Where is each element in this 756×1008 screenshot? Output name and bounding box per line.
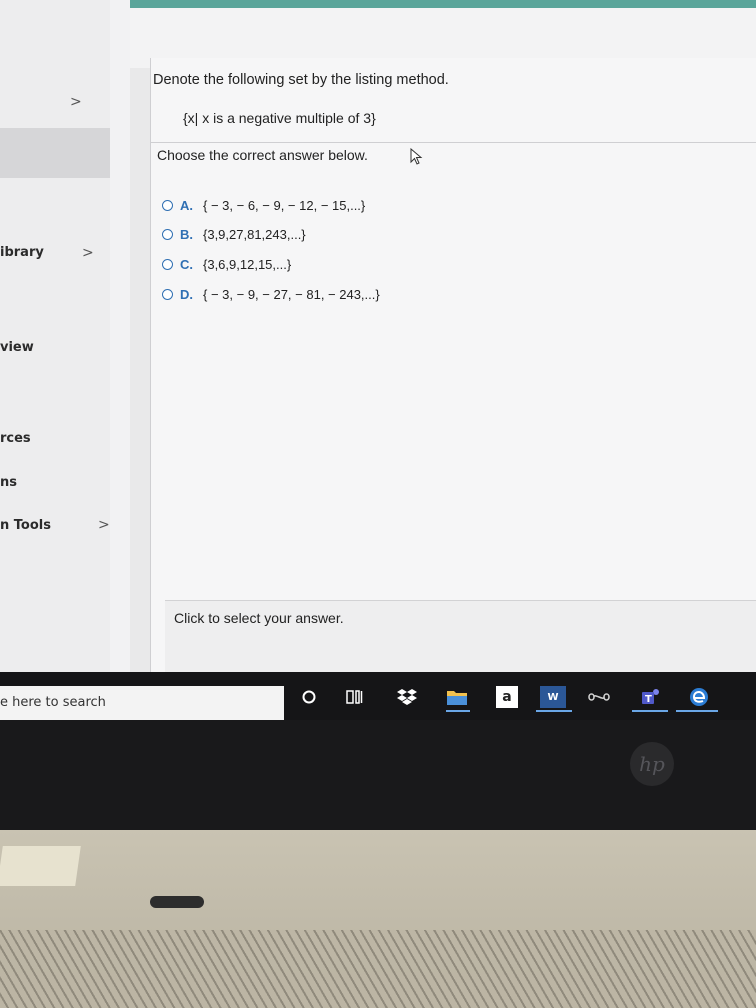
- sidebar-item-label: ns: [0, 475, 17, 490]
- sidebar-item-label: rces: [0, 431, 31, 446]
- radio-button[interactable]: [162, 288, 173, 300]
- sidebar-gap: [110, 0, 130, 690]
- hinge: [150, 896, 204, 908]
- active-indicator: [632, 710, 668, 712]
- taskbar-search-placeholder: e here to search: [0, 695, 106, 710]
- edge-icon[interactable]: [688, 686, 710, 708]
- task-view-icon[interactable]: [344, 686, 366, 708]
- mouse-cursor-icon: [410, 148, 423, 165]
- option-letter: B.: [180, 226, 193, 242]
- cortana-icon[interactable]: [298, 686, 320, 708]
- infinity-icon[interactable]: [588, 686, 610, 708]
- active-indicator: [676, 710, 718, 712]
- answer-option-c[interactable]: C. {3,6,9,12,15,...}: [162, 255, 291, 273]
- amazon-icon[interactable]: a: [496, 686, 518, 708]
- radio-button[interactable]: [162, 199, 173, 211]
- option-text: { − 3, − 6, − 9, − 12, − 15,...}: [203, 197, 366, 213]
- chevron-right-icon: >: [98, 517, 110, 533]
- answer-option-d[interactable]: D. { − 3, − 9, − 27, − 81, − 243,...}: [162, 285, 380, 303]
- teams-icon[interactable]: T: [640, 686, 662, 708]
- sidebar-item-label: ibrary: [0, 245, 44, 260]
- svg-text:T: T: [645, 694, 652, 705]
- speaker-grille: [0, 930, 756, 1008]
- sidebar-item-label: view: [0, 340, 34, 355]
- sidebar-highlight: [0, 128, 110, 178]
- word-icon[interactable]: W: [540, 686, 566, 708]
- option-letter: D.: [180, 286, 193, 302]
- hp-logo: hp: [630, 742, 674, 786]
- answer-instruction: Choose the correct answer below.: [157, 147, 368, 163]
- dropbox-icon[interactable]: [396, 686, 418, 708]
- screen: > ibrary > view rces ns n Tools > Denote…: [0, 0, 756, 720]
- sticker: [0, 846, 81, 886]
- option-text: {3,9,27,81,243,...}: [203, 226, 306, 242]
- chevron-right-icon[interactable]: >: [70, 94, 82, 110]
- radio-button[interactable]: [162, 228, 173, 240]
- question-prompt: Denote the following set by the listing …: [153, 72, 449, 88]
- answer-option-b[interactable]: B. {3,9,27,81,243,...}: [162, 225, 306, 243]
- option-letter: A.: [180, 197, 193, 213]
- active-indicator: [446, 710, 470, 712]
- option-text: { − 3, − 9, − 27, − 81, − 243,...}: [203, 286, 380, 302]
- option-letter: C.: [180, 256, 193, 272]
- footer-hint: Click to select your answer.: [174, 610, 344, 626]
- option-text: {3,6,9,12,15,...}: [203, 256, 292, 272]
- radio-button[interactable]: [162, 258, 173, 270]
- file-explorer-icon[interactable]: [446, 686, 468, 708]
- header-accent-bar: [128, 0, 756, 8]
- chevron-right-icon: >: [82, 245, 94, 261]
- sidebar-item-label: n Tools: [0, 518, 51, 533]
- set-expression: {x| x is a negative multiple of 3}: [183, 110, 376, 126]
- divider: [150, 142, 756, 143]
- active-indicator: [536, 710, 572, 712]
- answer-option-a[interactable]: A. { − 3, − 6, − 9, − 12, − 15,...}: [162, 196, 365, 214]
